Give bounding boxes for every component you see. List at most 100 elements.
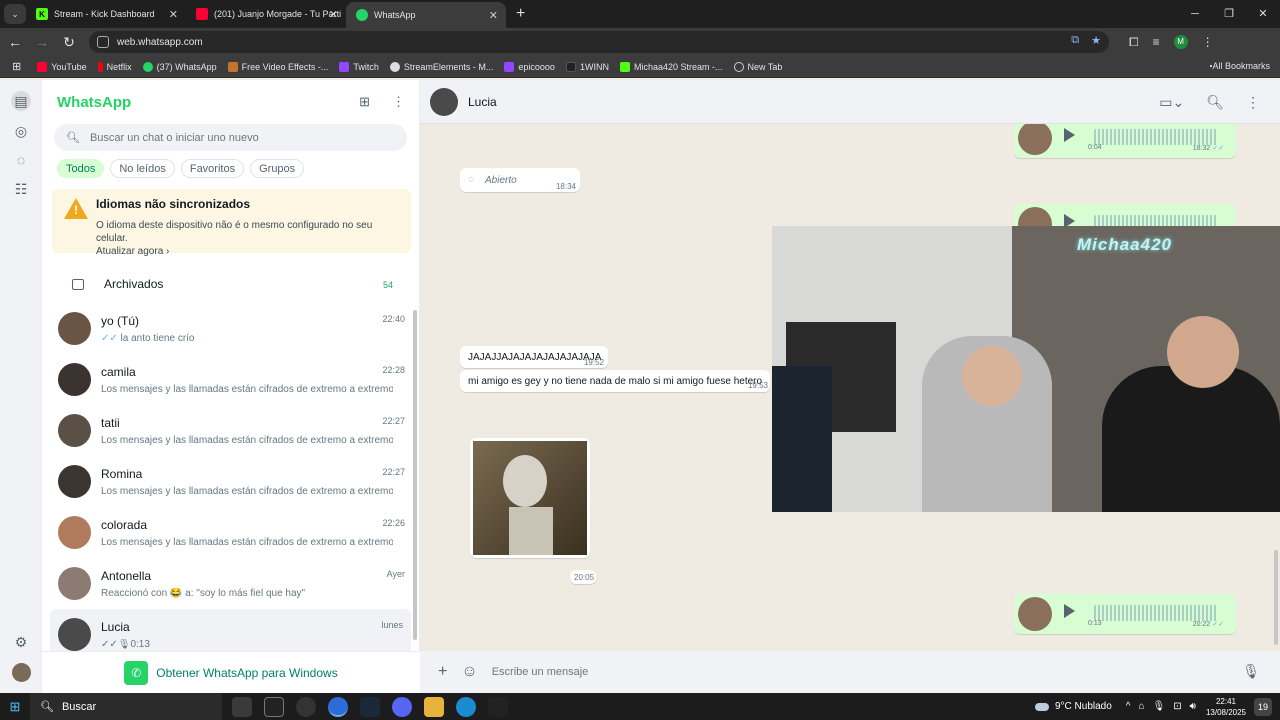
bookmark-star-icon[interactable]: ★ — [1091, 34, 1101, 47]
menu-icon[interactable]: ⋮ — [1246, 94, 1260, 111]
tab-label: Stream - Kick Dashboard — [54, 9, 155, 19]
chat-item-colorada[interactable]: colorada Los mensajes y las llamadas est… — [42, 507, 419, 558]
emoji-icon[interactable]: ☺ — [461, 663, 477, 681]
windows-start-icon[interactable]: ⊞ — [0, 699, 30, 715]
bookmark-label: Netflix — [106, 61, 132, 72]
tab-youtube[interactable]: (201) Juanjo Morgade - Tu Parti ✕ — [186, 0, 346, 28]
update-now-link[interactable]: Atualizar agora › — [96, 246, 169, 257]
video-call-icon[interactable]: ▭⌄ — [1159, 94, 1184, 111]
chat-item-antonella[interactable]: Antonella Reaccionó con 😂 a: "soy lo más… — [42, 558, 419, 609]
tab-search-button[interactable]: ⌄ — [4, 4, 26, 24]
new-chat-icon[interactable]: ⊞ — [359, 94, 370, 110]
address-bar[interactable]: web.whatsapp.com ⧉ ★ — [89, 31, 1109, 53]
all-bookmarks[interactable]: All Bookmarks — [1210, 61, 1270, 71]
microphone-icon[interactable]: 🎙︎ — [1242, 663, 1260, 680]
bookmark-youtube[interactable]: YouTube — [37, 61, 87, 72]
chat-item-yo[interactable]: yo (Tú) ✓✓ la anto tiene crío 22:40 — [42, 303, 419, 354]
site-info-icon[interactable] — [97, 36, 109, 48]
cast-icon[interactable]: ⧉ — [1071, 34, 1079, 47]
play-icon[interactable] — [1064, 128, 1075, 142]
menu-icon[interactable]: ⋮ — [392, 94, 405, 110]
bookmark-whatsapp[interactable]: (37) WhatsApp — [142, 61, 217, 72]
discord-icon[interactable] — [392, 696, 412, 717]
channels-icon[interactable]: ◌ — [11, 150, 31, 170]
bookmark-epicoooo[interactable]: epicoooo — [504, 61, 555, 72]
task-view-icon[interactable] — [232, 696, 252, 717]
preview-text: la anto tiene crío — [120, 332, 195, 344]
browser-menu-icon[interactable]: ⋮ — [1202, 35, 1214, 49]
profile-avatar[interactable] — [12, 663, 31, 682]
close-window-icon[interactable]: ✕ — [1246, 0, 1280, 28]
chat-item-tatii[interactable]: tatii Los mensajes y las llamadas están … — [42, 405, 419, 456]
robot-image[interactable] — [473, 441, 587, 555]
back-icon[interactable]: ← — [3, 34, 27, 50]
play-icon[interactable] — [1064, 604, 1075, 618]
bookmark-michaa420[interactable]: Michaa420 Stream -... — [619, 61, 723, 72]
epic-games-icon[interactable] — [264, 696, 284, 717]
webcam-person-right — [1102, 366, 1280, 512]
new-tab-button[interactable]: + — [516, 5, 525, 23]
restore-icon[interactable]: ❐ — [1212, 0, 1246, 28]
bookmark-twitch[interactable]: Twitch — [339, 61, 379, 72]
chevron-up-icon[interactable]: ^ — [1126, 701, 1131, 712]
webcam-pc-case — [772, 366, 832, 512]
obs-icon[interactable] — [296, 696, 316, 717]
reload-icon[interactable]: ↻ — [57, 34, 81, 51]
volume-icon[interactable]: 🔊︎ — [1190, 701, 1196, 712]
status-icon[interactable]: ◎ — [11, 121, 31, 141]
chats-icon[interactable]: ▤ — [11, 91, 31, 111]
search-input[interactable] — [89, 131, 390, 144]
bookmark-streamelements[interactable]: StreamElements - M... — [389, 61, 493, 72]
bookmark-new-tab[interactable]: New Tab — [733, 61, 782, 72]
contact-name[interactable]: Lucia — [468, 95, 497, 109]
apps-grid-icon[interactable]: ⊞ — [12, 60, 21, 73]
chat-item-romina[interactable]: Romina Los mensajes y las llamadas están… — [42, 456, 419, 507]
waveform[interactable] — [1094, 129, 1218, 145]
forward-icon[interactable]: → — [30, 34, 54, 50]
messages-scrollbar[interactable] — [1274, 550, 1278, 645]
minimize-icon[interactable]: ─ — [1178, 0, 1212, 28]
tab-close-icon[interactable]: ✕ — [169, 8, 178, 21]
filter-groups[interactable]: Grupos — [250, 159, 305, 178]
sidebar-scrollbar[interactable] — [413, 310, 417, 640]
filter-all[interactable]: Todos — [57, 159, 105, 178]
edge-icon[interactable] — [456, 696, 476, 717]
taskbar-search[interactable]: 🔍︎ Buscar — [30, 693, 222, 720]
extensions-icon[interactable]: ⧠ — [1129, 35, 1139, 50]
filter-favorites[interactable]: Favoritos — [180, 159, 245, 178]
filter-unread[interactable]: No leídos — [110, 159, 175, 178]
contact-avatar[interactable] — [430, 87, 458, 116]
search-icon[interactable]: 🔍︎ — [1206, 94, 1224, 111]
tab-whatsapp[interactable]: WhatsApp ✕ — [346, 2, 506, 28]
notification-badge[interactable]: 19 — [1254, 697, 1272, 716]
media-icon[interactable]: ≡ — [1153, 35, 1160, 49]
chat-item-camila[interactable]: camila Los mensajes y las llamadas están… — [42, 354, 419, 405]
tab-close-icon[interactable]: ✕ — [489, 9, 498, 22]
chrome-icon[interactable] — [328, 696, 348, 717]
bookmark-free-video-effects[interactable]: Free Video Effects -... — [227, 61, 328, 72]
chat-preview: Los mensajes y las llamadas están cifrad… — [101, 434, 393, 446]
windows-taskbar: ⊞ 🔍︎ Buscar 9°C Nublado ^ ⌂ 🎙︎ ⊡ 🔊︎ 22:4… — [0, 693, 1280, 720]
image-message[interactable] — [470, 438, 590, 558]
communities-icon[interactable]: ☷ — [11, 179, 31, 199]
bookmark-netflix[interactable]: Netflix — [97, 61, 132, 72]
get-windows-app-banner[interactable]: ✆ Obtener WhatsApp para Windows — [42, 651, 420, 693]
attach-icon[interactable]: + — [438, 663, 447, 681]
tab-close-icon[interactable]: ✕ — [329, 8, 338, 21]
microphone-icon[interactable]: 🎙︎ — [1153, 701, 1166, 712]
tab-kick-dashboard[interactable]: K Stream - Kick Dashboard ✕ — [26, 0, 186, 28]
steam-icon[interactable] — [360, 696, 380, 717]
conversation-header[interactable]: Lucia ▭⌄ 🔍︎ ⋮ — [420, 80, 1280, 124]
archived-row[interactable]: Archivados 54 — [42, 265, 419, 303]
bookmark-1winn[interactable]: 1WINN — [565, 61, 609, 72]
settings-icon[interactable]: ⚙ — [11, 632, 31, 652]
file-explorer-icon[interactable] — [424, 696, 444, 717]
network-icon[interactable]: ⌂ — [1139, 701, 1145, 712]
capcut-icon[interactable] — [488, 696, 508, 717]
lock-icon[interactable]: ⊡ — [1173, 701, 1181, 712]
weather-widget[interactable]: 9°C Nublado — [1034, 701, 1112, 712]
profile-avatar[interactable]: M — [1173, 35, 1188, 49]
waveform[interactable] — [1094, 605, 1218, 621]
system-clock[interactable]: 22:41 13/08/2025 — [1206, 696, 1246, 718]
message-input[interactable] — [491, 666, 1192, 678]
